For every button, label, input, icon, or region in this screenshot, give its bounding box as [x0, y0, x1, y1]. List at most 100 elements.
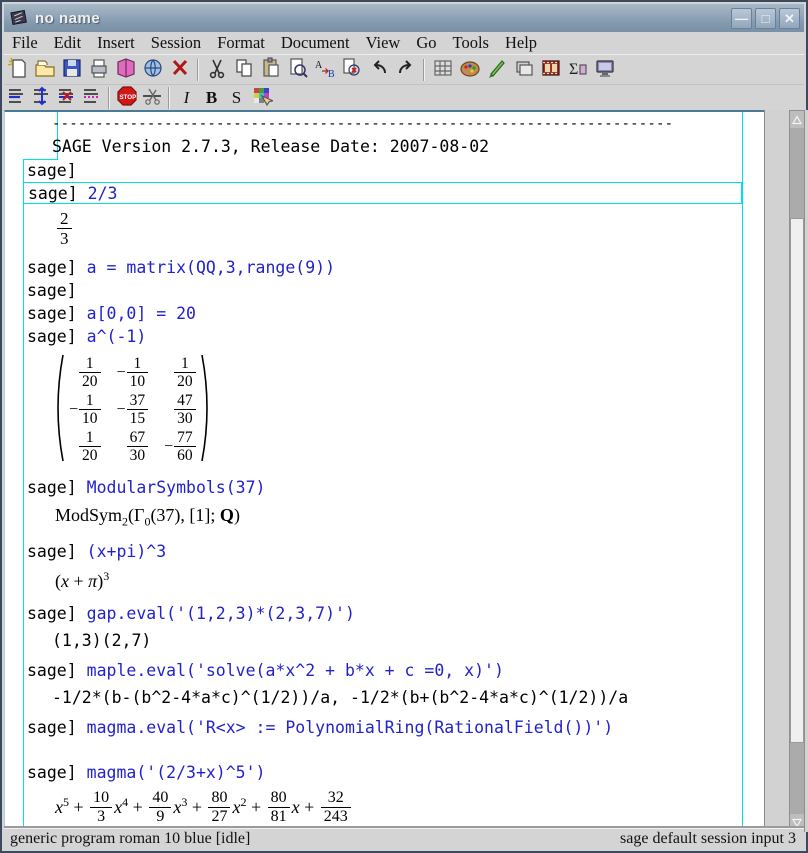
input-code[interactable]: magma('(2/3+x)^5')	[87, 763, 266, 782]
paste-icon	[260, 57, 282, 84]
title-bar[interactable]: no name —□✕	[4, 4, 804, 33]
color-chooser-button[interactable]	[249, 87, 274, 109]
color-palette-button[interactable]	[456, 57, 483, 83]
close-document-icon	[169, 57, 191, 84]
session-input-row[interactable]: sage]gap.eval('(1,2,3)*(2,3,7)')	[5, 602, 764, 625]
interrupt-execution-icon: STOP	[116, 85, 138, 112]
strong-label: S	[228, 88, 246, 108]
menu-insert[interactable]: Insert	[89, 32, 143, 54]
scroll-up-arrow-icon[interactable]	[790, 111, 804, 128]
remove-field-button[interactable]	[54, 87, 79, 109]
print-document-button[interactable]	[85, 57, 112, 83]
fraction: 120	[79, 356, 101, 391]
open-document-button[interactable]	[31, 57, 58, 83]
spell-check-button[interactable]	[338, 57, 365, 83]
evaluate-field-button[interactable]	[4, 87, 29, 109]
session-document[interactable]: ----------------------------------------…	[5, 112, 764, 826]
menu-format[interactable]: Format	[209, 32, 273, 54]
bold-button[interactable]: B	[199, 87, 224, 109]
session-input-row[interactable]: sage]	[5, 279, 764, 302]
fraction: 23	[57, 210, 72, 248]
fraction: 3715	[127, 393, 149, 428]
menu-view[interactable]: View	[358, 32, 409, 54]
menu-file[interactable]: File	[4, 32, 46, 54]
copy-icon	[233, 57, 255, 84]
undo-button[interactable]	[365, 57, 392, 83]
status-bar: generic program roman 10 blue [idle] sag…	[4, 828, 804, 849]
save-document-button[interactable]	[58, 57, 85, 83]
session-input-row[interactable]: sage]a[0,0] = 20	[5, 302, 764, 325]
session-input-row[interactable]: sage]magma.eval('R<x> := PolynomialRing(…	[5, 716, 764, 739]
insert-session-button[interactable]	[591, 57, 618, 83]
menu-edit[interactable]: Edit	[46, 32, 90, 54]
session-input-row[interactable]: sage]a = matrix(QQ,3,range(9))	[5, 256, 764, 279]
evaluate-all-fields-button[interactable]	[29, 87, 54, 109]
input-code[interactable]: a[0,0] = 20	[87, 304, 196, 323]
minimize-button[interactable]: —	[731, 8, 752, 29]
close-document-button[interactable]	[166, 57, 193, 83]
input-code[interactable]: a = matrix(QQ,3,range(9))	[87, 258, 335, 277]
maximize-button[interactable]: □	[755, 8, 776, 29]
scrollbar-thumb[interactable]	[790, 218, 804, 743]
fraction: 8027	[208, 790, 230, 826]
menu-tools[interactable]: Tools	[445, 32, 497, 54]
menu-help[interactable]: Help	[497, 32, 545, 54]
cut-button[interactable]	[203, 57, 230, 83]
draw-figure-button[interactable]	[483, 57, 510, 83]
vertical-scrollbar[interactable]	[789, 110, 805, 832]
input-code[interactable]: gap.eval('(1,2,3)*(2,3,7)')	[87, 604, 355, 623]
main-toolbar: AB Σ	[4, 54, 804, 85]
close-button[interactable]: ✕	[779, 8, 800, 29]
insert-table-button[interactable]	[429, 57, 456, 83]
fraction: 6730	[127, 430, 149, 465]
session-output-matrix: 120−110120−110−371547301206730−7760	[52, 352, 764, 468]
insert-animation-button[interactable]	[537, 57, 564, 83]
session-input-row[interactable]: sage]maple.eval('solve(a*x^2 + b*x + c =…	[5, 659, 764, 682]
redo-icon	[395, 57, 417, 84]
interrupt-execution-button[interactable]: STOP	[114, 87, 139, 109]
matrix-cell: 120	[69, 356, 101, 391]
draw-figure-icon	[486, 57, 508, 84]
input-code[interactable]: 2/3	[88, 184, 118, 203]
insert-frame-button[interactable]	[510, 57, 537, 83]
menu-document[interactable]: Document	[273, 32, 358, 54]
insert-math-button[interactable]: Σ	[564, 57, 591, 83]
input-code[interactable]: magma.eval('R<x> := PolynomialRing(Ratio…	[87, 718, 614, 737]
preview-button[interactable]	[284, 57, 311, 83]
close-session-button[interactable]	[139, 87, 164, 109]
session-input-row[interactable]: sage] 2/3	[23, 182, 742, 204]
strong-button[interactable]: S	[224, 87, 249, 109]
document-canvas[interactable]: ----------------------------------------…	[4, 110, 764, 832]
session-input-row[interactable]: sage]magma('(2/3+x)^5')	[5, 761, 764, 784]
session-input-row[interactable]: sage](x+pi)^3	[5, 540, 764, 563]
close-session-icon	[141, 85, 163, 112]
fraction: 32243	[321, 790, 351, 826]
session-input-row[interactable]: sage]	[5, 159, 764, 182]
web-globe-button[interactable]	[139, 57, 166, 83]
bold-label: B	[203, 88, 221, 108]
sage-prompt: sage]	[28, 184, 78, 203]
menu-session[interactable]: Session	[143, 32, 209, 54]
style-book-button[interactable]	[112, 57, 139, 83]
input-code[interactable]: a^(-1)	[87, 327, 147, 346]
search-replace-button[interactable]: AB	[311, 57, 338, 83]
session-toolbar: STOP IBS	[4, 84, 804, 111]
insert-math-icon: Σ	[567, 57, 589, 84]
session-output-text: (1,3)(2,7)	[52, 631, 764, 651]
fraction: 120	[174, 356, 196, 391]
menu-go[interactable]: Go	[408, 32, 444, 54]
paste-button[interactable]	[257, 57, 284, 83]
redo-button[interactable]	[392, 57, 419, 83]
input-code[interactable]: (x+pi)^3	[87, 542, 166, 561]
input-code[interactable]: maple.eval('solve(a*x^2 + b*x + c =0, x)…	[87, 661, 504, 680]
split-field-button[interactable]	[79, 87, 104, 109]
session-output-math: x5 + 103x4 + 409x3 + 8027x2 + 8081x + 32…	[55, 790, 764, 826]
new-document-button[interactable]	[4, 57, 31, 83]
session-input-row[interactable]: sage]a^(-1)	[5, 325, 764, 348]
session-input-row[interactable]: sage]ModularSymbols(37)	[5, 476, 764, 499]
texmacs-window: no name —□✕ FileEditInsertSessionFormatD…	[0, 0, 808, 853]
split-field-icon	[81, 85, 103, 112]
copy-button[interactable]	[230, 57, 257, 83]
input-code[interactable]: ModularSymbols(37)	[87, 478, 266, 497]
italic-button[interactable]: I	[174, 87, 199, 109]
